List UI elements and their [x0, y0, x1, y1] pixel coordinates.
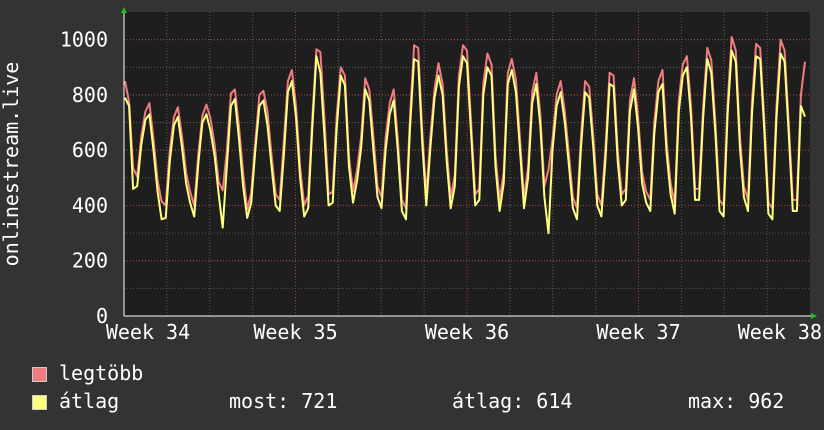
x-tick-label: Week 35 [253, 320, 337, 344]
x-axis-arrow [811, 313, 817, 319]
y-tick-label: 200 [72, 249, 108, 273]
y-tick-label: 400 [72, 193, 108, 217]
chart: 02004006008001000Week 34 Week 35 Week 36 We… [0, 7, 822, 344]
legend-label-legtobb: legtöbb [59, 361, 144, 385]
y-tick-label: 600 [72, 138, 108, 162]
x-tick-label: Week 38 [738, 320, 822, 344]
stat-max: max: 962 [688, 389, 785, 413]
x-tick-label: Week 37 [596, 320, 680, 344]
y-tick-label: 800 [72, 83, 108, 107]
legend-item-atlag: átlag [32, 390, 119, 412]
y-tick-label: 1000 [60, 28, 108, 52]
x-tick-label: Week 36 [425, 320, 509, 344]
x-tick-label: Week 34 [106, 320, 190, 344]
legend-swatch-legtobb [32, 367, 47, 382]
y-axis-arrow [121, 7, 127, 13]
legend-item-legtobb: legtöbb [32, 362, 143, 384]
stat-average: átlag: 614 [452, 389, 573, 413]
legend-swatch-atlag [32, 395, 47, 410]
legend-label-atlag: átlag [59, 389, 120, 413]
y-axis-label: onlinestream.live [0, 62, 23, 267]
stat-current: most: 721 [229, 389, 338, 413]
